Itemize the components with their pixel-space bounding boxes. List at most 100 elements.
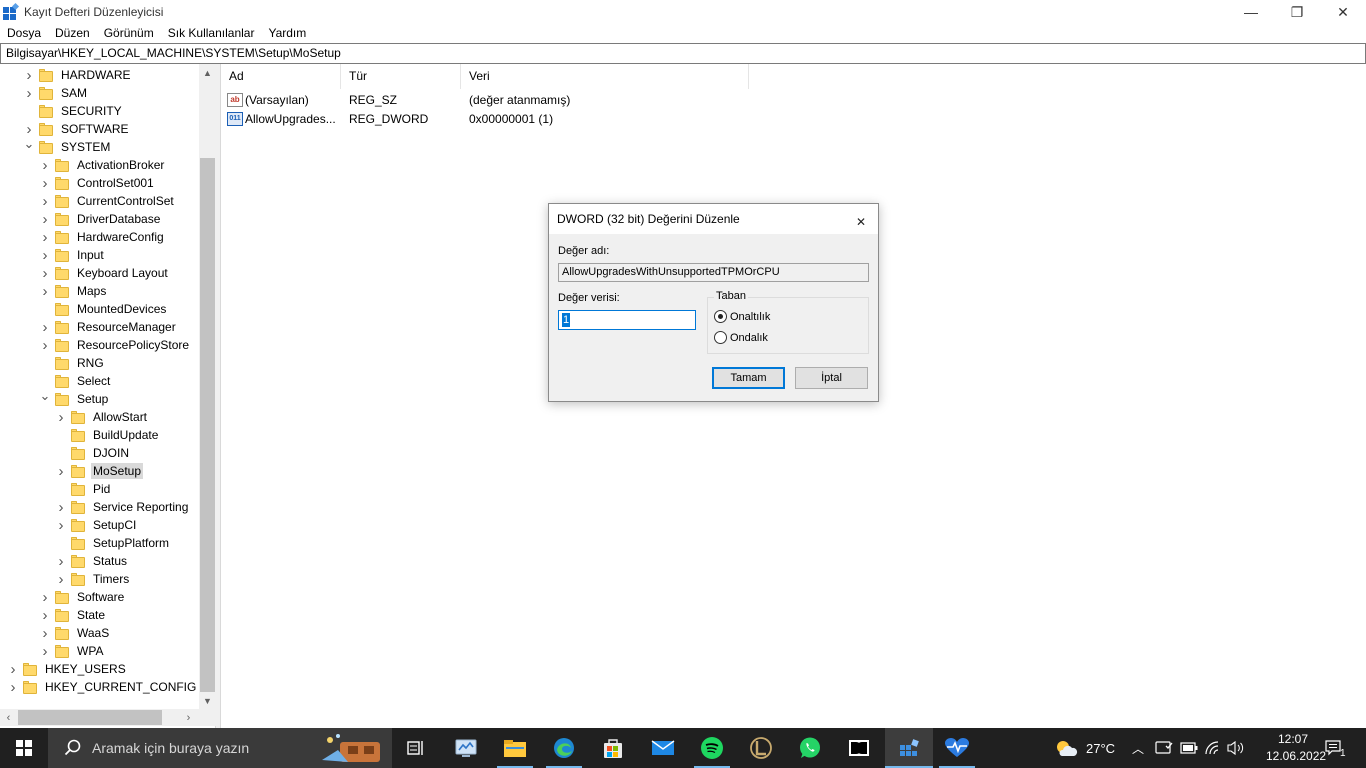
chevron-right-icon[interactable]: › (39, 283, 51, 300)
chevron-right-icon[interactable]: › (7, 661, 19, 678)
edge-icon[interactable] (548, 732, 580, 764)
menu-help[interactable]: Yardım (261, 26, 313, 40)
tree-item[interactable]: › WPA (39, 642, 105, 660)
chevron-right-icon[interactable]: › (7, 679, 19, 696)
chevron-right-icon[interactable]: › (39, 211, 51, 228)
volume-icon[interactable] (1226, 728, 1246, 768)
tree-horizontal-scrollbar[interactable]: ‹ › (0, 709, 216, 726)
list-item[interactable]: ab (Varsayılan) REG_SZ (değer atanmamış) (221, 90, 669, 109)
tree-item[interactable]: › SOFTWARE (23, 120, 131, 138)
spotify-icon[interactable] (696, 732, 728, 764)
wifi-icon[interactable] (1204, 728, 1222, 768)
tree-item[interactable]: RNG (39, 354, 106, 372)
task-view-icon[interactable] (400, 732, 432, 764)
chevron-right-icon[interactable]: › (55, 463, 67, 480)
tree-item[interactable]: › Status (55, 552, 129, 570)
chevron-right-icon[interactable]: › (39, 193, 51, 210)
chevron-right-icon[interactable]: › (23, 85, 35, 102)
tree-item[interactable]: › HKEY_CURRENT_CONFIG (7, 678, 198, 696)
value-name-field[interactable]: AllowUpgradesWithUnsupportedTPMOrCPU (558, 263, 869, 282)
tree-item[interactable]: ⌄ SYSTEM (23, 136, 112, 156)
chevron-right-icon[interactable]: › (23, 121, 35, 138)
chevron-right-icon[interactable]: › (39, 157, 51, 174)
control-panel-icon[interactable] (450, 732, 482, 764)
chevron-right-icon[interactable]: › (39, 607, 51, 624)
tree-item[interactable]: › WaaS (39, 624, 111, 642)
column-data[interactable]: Veri (461, 64, 749, 89)
tree-vertical-scrollbar[interactable]: ▲ ▼ (199, 64, 216, 709)
ok-button[interactable]: Tamam (712, 367, 785, 389)
show-hidden-icons-button[interactable]: ︿ (1132, 728, 1144, 768)
chevron-right-icon[interactable]: › (39, 247, 51, 264)
menu-file[interactable]: Dosya (0, 26, 48, 40)
chevron-right-icon[interactable]: › (23, 67, 35, 84)
chevron-down-icon[interactable]: ⌄ (23, 136, 35, 151)
battery-icon[interactable] (1180, 728, 1198, 768)
tree-item[interactable]: ⌄ Setup (39, 388, 110, 408)
dolby-icon[interactable] (843, 732, 875, 764)
tree-item[interactable]: DJOIN (55, 444, 131, 462)
chevron-right-icon[interactable]: › (55, 517, 67, 534)
tree-item[interactable]: › SetupCI (55, 516, 138, 534)
scroll-left-icon[interactable]: ‹ (0, 709, 17, 726)
weather-widget[interactable]: 27°C (1054, 728, 1115, 768)
tree-item[interactable]: › ResourceManager (39, 318, 178, 336)
defender-icon[interactable] (1155, 728, 1173, 768)
scroll-up-icon[interactable]: ▲ (199, 64, 216, 81)
chevron-right-icon[interactable]: › (55, 571, 67, 588)
scroll-thumb[interactable] (18, 710, 162, 725)
menu-view[interactable]: Görünüm (97, 26, 161, 40)
cancel-button[interactable]: İptal (795, 367, 868, 389)
chevron-right-icon[interactable]: › (55, 409, 67, 426)
tree-item[interactable]: › State (39, 606, 107, 624)
scroll-down-icon[interactable]: ▼ (199, 692, 216, 709)
microsoft-store-icon[interactable] (597, 732, 629, 764)
tree-item[interactable]: › AllowStart (55, 408, 149, 426)
chevron-right-icon[interactable]: › (55, 553, 67, 570)
tree-item[interactable]: MountedDevices (39, 300, 168, 318)
scroll-right-icon[interactable]: › (180, 709, 197, 726)
tree-item[interactable]: › HKEY_USERS (7, 660, 128, 678)
address-bar[interactable]: Bilgisayar\HKEY_LOCAL_MACHINE\SYSTEM\Set… (0, 43, 1366, 64)
tree-item[interactable]: SECURITY (23, 102, 124, 120)
whatsapp-icon[interactable] (794, 732, 826, 764)
value-data-input[interactable]: 1 (558, 310, 696, 330)
tree-item[interactable]: › Input (39, 246, 106, 264)
menu-edit[interactable]: Düzen (48, 26, 97, 40)
close-button[interactable]: ✕ (1320, 0, 1366, 24)
dialog-close-button[interactable]: ✕ (848, 207, 874, 231)
file-explorer-icon[interactable] (499, 732, 531, 764)
chevron-right-icon[interactable]: › (55, 499, 67, 516)
chevron-right-icon[interactable]: › (39, 175, 51, 192)
notification-center-button[interactable]: 1 (1324, 728, 1346, 768)
tree-item[interactable]: › MoSetup (55, 462, 144, 480)
tree-item[interactable]: › HARDWARE (23, 66, 133, 84)
tree-item[interactable]: › ResourcePolicyStore (39, 336, 191, 354)
tree-item[interactable]: › SAM (23, 84, 89, 102)
chevron-right-icon[interactable]: › (39, 643, 51, 660)
tree-item[interactable]: › ControlSet001 (39, 174, 156, 192)
tree-item[interactable]: › Service Reporting (55, 498, 190, 516)
tree-item[interactable]: Pid (55, 480, 112, 498)
clock[interactable]: 12:07 12.06.2022 (1266, 731, 1326, 765)
radio-hexadecimal[interactable]: Onaltılık (714, 310, 770, 323)
column-type[interactable]: Tür (341, 64, 461, 89)
chevron-right-icon[interactable]: › (39, 229, 51, 246)
chevron-right-icon[interactable]: › (39, 589, 51, 606)
chevron-down-icon[interactable]: ⌄ (39, 388, 51, 403)
column-name[interactable]: Ad (221, 64, 341, 89)
tree-item[interactable]: › Keyboard Layout (39, 264, 170, 282)
tree-item[interactable]: › HardwareConfig (39, 228, 166, 246)
minimize-button[interactable]: — (1228, 0, 1274, 24)
tree-item[interactable]: BuildUpdate (55, 426, 160, 444)
registry-editor-taskbar-icon[interactable] (893, 732, 925, 764)
league-of-legends-icon[interactable] (745, 732, 777, 764)
chevron-right-icon[interactable]: › (39, 319, 51, 336)
tree-item[interactable]: › Timers (55, 570, 131, 588)
mail-icon[interactable] (647, 732, 679, 764)
tree-item[interactable]: › Software (39, 588, 126, 606)
chevron-right-icon[interactable]: › (39, 337, 51, 354)
tree-item[interactable]: › CurrentControlSet (39, 192, 176, 210)
maximize-button[interactable]: ❐ (1274, 0, 1320, 24)
chevron-right-icon[interactable]: › (39, 625, 51, 642)
